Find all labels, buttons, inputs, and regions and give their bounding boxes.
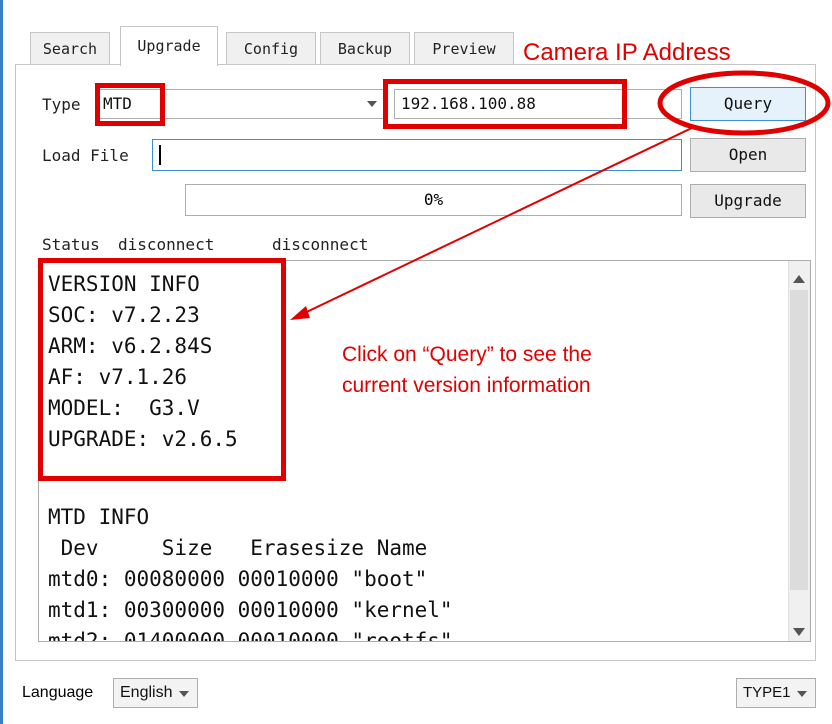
query-highlight-ellipse — [657, 70, 831, 136]
annotation-overlay — [290, 70, 831, 320]
annotation-arrowhead — [290, 306, 310, 320]
annotation-arrow-line — [293, 125, 697, 319]
